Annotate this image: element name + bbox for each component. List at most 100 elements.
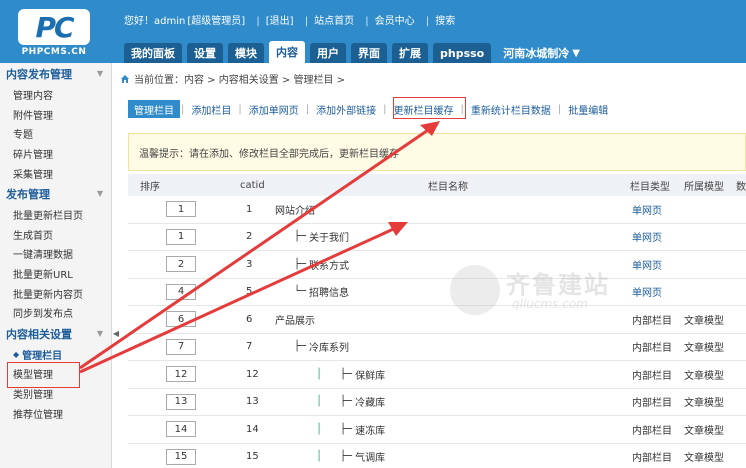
section-title-text: 内容发布管理 xyxy=(6,68,72,81)
order-cell: 15 xyxy=(166,444,196,468)
sidebar-item[interactable]: 批量更新栏目页 xyxy=(0,205,111,225)
tree-line: │ xyxy=(316,451,323,463)
column-name[interactable]: 产品展示 xyxy=(275,312,315,327)
model-cell: 文章模型 xyxy=(684,370,724,382)
name-cell: ├─ 冷库系列 xyxy=(294,334,349,361)
table-row: 1 2 ├─ 关于我们 单网页 xyxy=(128,224,746,251)
sidebar-item[interactable]: 管理内容 xyxy=(0,85,111,105)
sidebar-item[interactable]: 推荐位管理 xyxy=(0,403,111,423)
sidebar-item[interactable]: 同步到发布点 xyxy=(0,303,111,323)
site-select[interactable]: 河南冰城制冷 ▼ xyxy=(496,43,587,63)
table-row: 14 14 │ ├─ 速冻库 内部栏目 文章模型 xyxy=(128,416,746,444)
order-input[interactable]: 15 xyxy=(166,448,196,465)
sidebar-item[interactable]: 专题 xyxy=(0,124,111,144)
column-name[interactable]: 速冻库 xyxy=(355,422,385,437)
type-cell[interactable]: 单网页 xyxy=(632,196,662,223)
tab-my-panel[interactable]: 我的面板 xyxy=(124,43,182,63)
role-link[interactable]: [超级管理员] xyxy=(187,16,245,27)
site-select-label: 河南冰城制冷 xyxy=(503,47,570,60)
tab-interface[interactable]: 界面 xyxy=(351,43,387,63)
order-input[interactable]: 12 xyxy=(166,366,196,383)
site-home-link[interactable]: 站点首页 xyxy=(314,16,354,27)
main-nav: 我的面板 设置 模块 内容 用户 界面 扩展 phpsso 河南冰城制冷 ▼ xyxy=(124,41,592,63)
order-input[interactable]: 7 xyxy=(166,338,196,355)
tab-add-external-link[interactable]: 添加外部链接 xyxy=(310,100,382,118)
column-name[interactable]: 关于我们 xyxy=(309,229,349,244)
logo-mark: PC xyxy=(18,9,90,45)
col-model: 所属模型 xyxy=(684,181,724,193)
type-cell: 内部栏目 xyxy=(632,315,672,327)
order-input[interactable]: 13 xyxy=(166,393,196,410)
name-cell: │ ├─ 速冻库 xyxy=(316,416,385,443)
catid-cell: 15 xyxy=(246,451,259,463)
sidebar-item[interactable]: 生成首页 xyxy=(0,225,111,245)
breadcrumb-text: 当前位置：内容 > 内容相关设置 > 管理栏目 > xyxy=(134,75,346,86)
catid-cell: 13 xyxy=(246,396,259,408)
column-name[interactable]: 招聘信息 xyxy=(309,284,349,299)
tab-phpsso[interactable]: phpsso xyxy=(433,43,492,63)
sidebar-item[interactable]: 批量更新内容页 xyxy=(0,283,111,303)
sidebar-item[interactable]: 采集管理 xyxy=(0,163,111,183)
name-cell: │ ├─ 冷藏库 xyxy=(316,389,385,416)
column-name[interactable]: 冷库系列 xyxy=(309,339,349,354)
order-input[interactable]: 6 xyxy=(166,311,196,328)
column-name[interactable]: 冷藏库 xyxy=(355,394,385,409)
model-cell: 文章模型 xyxy=(684,398,724,410)
table-body: 1 1 网站介绍 单网页 1 2 ├─ 关于我们 单网页 2 3 ├─ 联系方式 单网页 4 5 └─ 招聘信息单… xyxy=(128,196,746,468)
logo-subtitle: PHPCMS.CN xyxy=(21,47,87,57)
type-cell[interactable]: 单网页 xyxy=(632,251,662,278)
top-links: 您好！admin [超级管理员] | [退出] | 站点首页 | 会员中心 | 搜索 xyxy=(124,12,457,27)
col-name: 栏目名称 xyxy=(428,181,468,193)
tab-recount-data[interactable]: 重新统计栏目数据 xyxy=(465,100,557,118)
sidebar-item[interactable]: 批量更新URL xyxy=(0,264,111,284)
divider: | xyxy=(425,16,430,27)
order-input[interactable]: 14 xyxy=(166,421,196,438)
tree-line: │ xyxy=(316,368,323,380)
tab-add-single-page[interactable]: 添加单网页 xyxy=(243,100,305,118)
tab-batch-edit[interactable]: 批量编辑 xyxy=(562,100,614,118)
catid-cell: 5 xyxy=(246,286,253,298)
model-cell: 文章模型 xyxy=(684,315,724,327)
sidebar-section-title[interactable]: 内容发布管理 ▼ xyxy=(0,63,111,85)
order-input[interactable]: 2 xyxy=(166,256,196,273)
logo[interactable]: PC PHPCMS.CN xyxy=(18,9,90,57)
column-name[interactable]: 保鲜库 xyxy=(355,367,385,382)
sidebar-collapse-icon[interactable]: ◀ xyxy=(112,325,120,341)
sidebar-section-title[interactable]: 内容相关设置 ▼ xyxy=(0,323,111,345)
tab-add-column[interactable]: 添加栏目 xyxy=(185,100,237,118)
column-name[interactable]: 气调库 xyxy=(355,449,385,464)
table-row: 12 12 │ ├─ 保鲜库 内部栏目 文章模型 xyxy=(128,361,746,389)
order-cell: 12 xyxy=(166,361,196,388)
tab-manage-columns[interactable]: 管理栏目 xyxy=(128,100,180,118)
sidebar-item[interactable]: 附件管理 xyxy=(0,105,111,125)
sidebar-item[interactable]: 一键清理数据 xyxy=(0,244,111,264)
order-input[interactable]: 4 xyxy=(166,283,196,300)
tree-prefix: ├─ xyxy=(340,368,353,380)
type-cell[interactable]: 单网页 xyxy=(632,224,662,251)
search-link[interactable]: 搜索 xyxy=(435,16,455,27)
name-cell: 产品展示 xyxy=(272,306,315,333)
tab-settings[interactable]: 设置 xyxy=(187,43,223,63)
order-cell: 4 xyxy=(166,279,196,306)
tree-prefix: └─ xyxy=(294,286,307,298)
tab-content[interactable]: 内容 xyxy=(269,41,305,63)
sidebar: 内容发布管理 ▼ 管理内容 附件管理 专题 碎片管理 采集管理 发布管理 ▼ 批量更… xyxy=(0,63,112,468)
type-cell[interactable]: 单网页 xyxy=(632,279,662,306)
tab-users[interactable]: 用户 xyxy=(310,43,346,63)
sidebar-section-title[interactable]: 发布管理 ▼ xyxy=(0,183,111,205)
tree-prefix: ├─ xyxy=(294,258,307,270)
column-name[interactable]: 网站介绍 xyxy=(275,202,315,217)
order-cell: 6 xyxy=(166,306,196,333)
sidebar-item[interactable]: 碎片管理 xyxy=(0,144,111,164)
catid-cell: 12 xyxy=(246,368,259,380)
order-input[interactable]: 1 xyxy=(166,201,196,218)
type-cell: 内部栏目 xyxy=(632,343,672,355)
logout-link[interactable]: [退出] xyxy=(266,16,294,27)
order-input[interactable]: 1 xyxy=(166,228,196,245)
model-cell: 文章模型 xyxy=(684,453,724,465)
column-name[interactable]: 联系方式 xyxy=(309,257,349,272)
catid-cell: 1 xyxy=(246,203,253,215)
member-center-link[interactable]: 会员中心 xyxy=(375,16,415,27)
tab-modules[interactable]: 模块 xyxy=(228,43,264,63)
tab-extensions[interactable]: 扩展 xyxy=(392,43,428,63)
